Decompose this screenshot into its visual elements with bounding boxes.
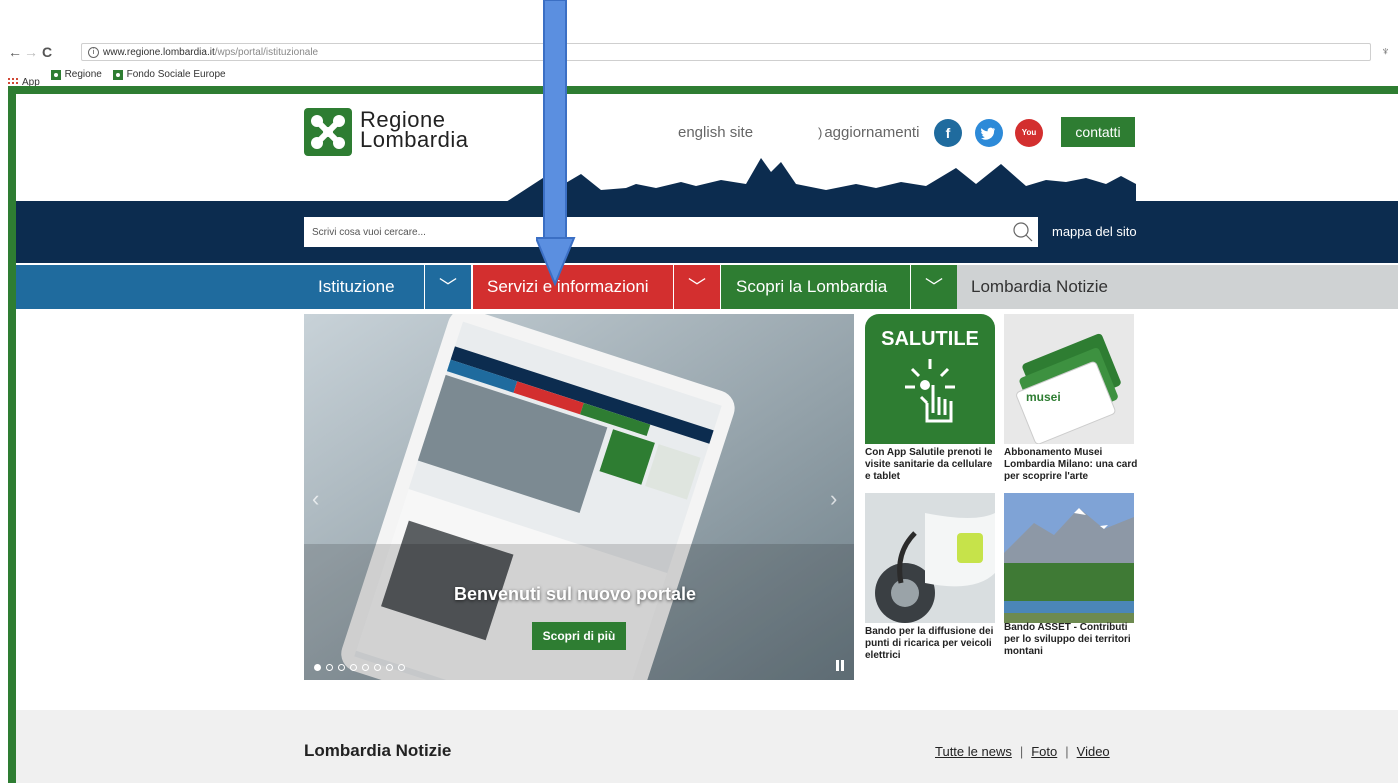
bookmark-fondo-sociale[interactable]: Fondo Sociale Europe [112,66,226,84]
nav-lombardia-notizie[interactable]: Lombardia Notizie [957,265,1398,309]
rss-aggiornamenti-link[interactable]: ) aggiornamenti [818,124,919,141]
carousel-dot[interactable] [374,664,381,671]
url-domain: www.regione.lombardia.it [103,47,215,58]
search-input[interactable] [304,217,1038,247]
hero-title: Benvenuti sul nuovo portale [454,584,697,604]
tile-asset-image[interactable] [1004,493,1134,623]
musei-card-text: musei [1026,390,1061,404]
regione-favicon-icon [50,70,61,80]
carousel-dot[interactable] [338,664,345,671]
video-link[interactable]: Video [1077,744,1110,759]
nav-scopri[interactable]: Scopri la Lombardia [721,265,910,309]
carousel-next-icon[interactable]: › [830,486,837,512]
tile-salutile-image[interactable]: SALUTILE [865,314,995,444]
forward-arrow-icon[interactable]: → [24,44,38,60]
bookmark-regione[interactable]: Regione [50,66,102,84]
tile-ricarica-caption[interactable]: Bando per la diffusione dei punti di ric… [865,626,999,662]
info-icon: i [88,46,99,58]
mappa-del-sito-link[interactable]: mappa del sito [1052,224,1137,239]
rss-icon: ) [818,125,823,140]
back-arrow-icon[interactable]: ← [8,44,22,60]
carousel-dot[interactable] [314,664,321,671]
page-frame-top [8,86,1398,94]
news-links: Tutte le news | Foto | Video [935,744,1110,759]
extension-icon[interactable]: ♆ [1381,44,1390,58]
carousel-dot[interactable] [386,664,393,671]
bookmarks-bar: App Regione Fondo Sociale Europe [0,66,1398,88]
facebook-icon[interactable]: f [934,119,962,147]
search-icon[interactable] [1012,221,1034,243]
fondo-favicon-icon [112,70,123,80]
tile-asset-caption[interactable]: Bando ASSET - Contributi per lo sviluppo… [1004,622,1138,658]
twitter-icon[interactable] [975,119,1003,147]
carousel-dot[interactable] [362,664,369,671]
carousel-dot[interactable] [350,664,357,671]
tile-musei-caption[interactable]: Abbonamento Musei Lombardia Milano: una … [1004,447,1138,483]
regione-logo-icon[interactable] [304,108,352,156]
chevron-down-icon[interactable]: ﹀ [673,265,720,309]
logo-text[interactable]: Regione Lombardia [360,109,468,151]
carousel-prev-icon[interactable]: ‹ [312,486,319,512]
news-section-title: Lombardia Notizie [304,741,452,760]
english-site-link[interactable]: english site [678,124,753,141]
tile-musei-image[interactable]: musei [1004,314,1134,444]
address-bar[interactable]: i www.regione.lombardia.it/wps/portal/ist… [81,43,1371,61]
news-band [16,710,1398,783]
annotation-arrow-icon [536,0,576,287]
skyline-illustration [506,158,1136,202]
pause-icon[interactable] [836,660,844,671]
tutte-le-news-link[interactable]: Tutte le news [935,744,1012,759]
carousel-dot[interactable] [326,664,333,671]
tile-salutile-caption[interactable]: Con App Salutile prenoti le visite sanit… [865,447,999,483]
chevron-down-icon[interactable]: ﹀ [424,265,471,309]
nav-istituzione[interactable]: Istituzione [16,265,424,309]
tile-ricarica-image[interactable] [865,493,995,623]
youtube-icon[interactable]: You [1015,119,1043,147]
contatti-button[interactable]: contatti [1061,117,1135,147]
carousel-dot[interactable] [398,664,405,671]
carousel-dots [314,664,405,671]
reload-icon[interactable]: C [42,44,52,60]
foto-link[interactable]: Foto [1031,744,1057,759]
chevron-down-icon[interactable]: ﹀ [910,265,957,309]
touch-hand-icon [905,359,955,423]
url-path: /wps/portal/istituzionale [214,47,319,58]
scopri-di-piu-button[interactable]: Scopri di più [532,622,626,650]
page-frame-left [8,86,16,783]
